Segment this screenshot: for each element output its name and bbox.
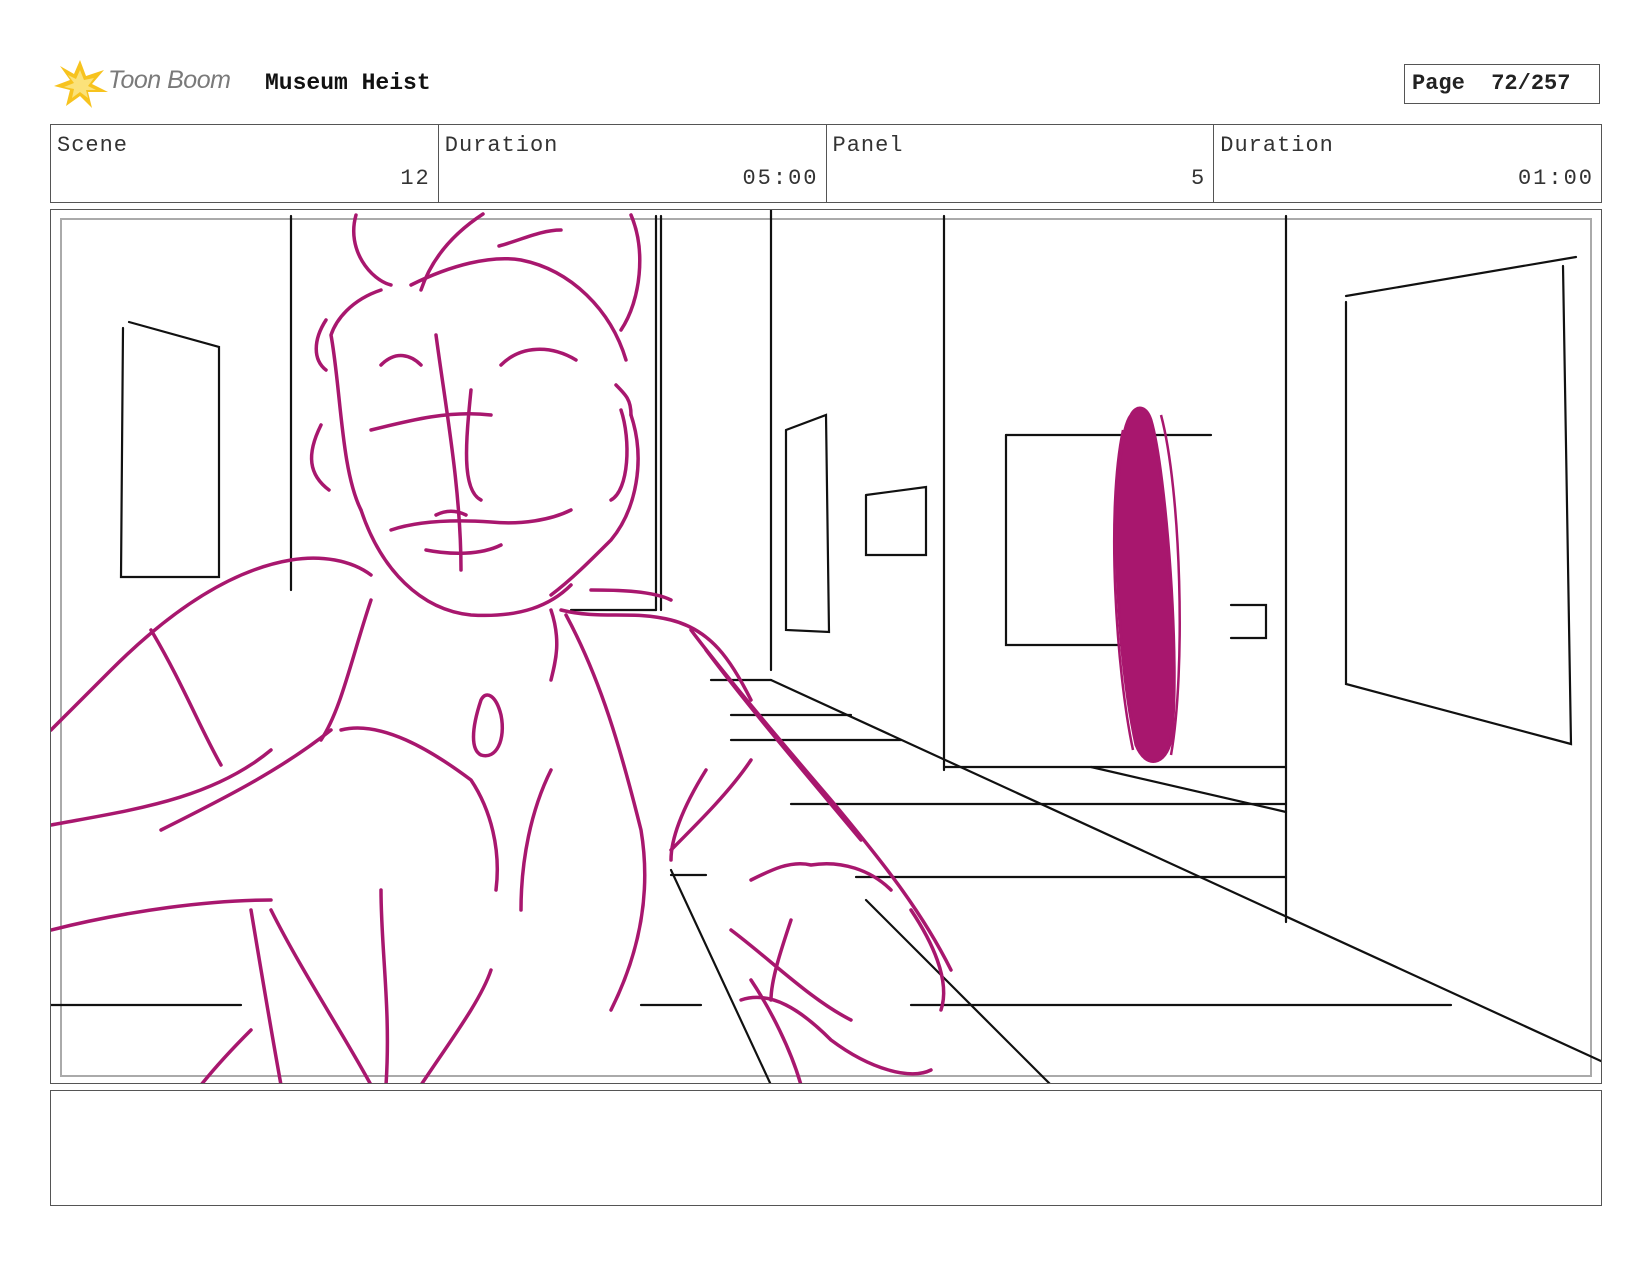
page-number: 72/257 <box>1491 71 1571 96</box>
project-title: Museum Heist <box>265 70 431 96</box>
panel-label: Panel <box>832 133 904 158</box>
scene-duration-value: 05:00 <box>742 166 819 191</box>
page-label: Page <box>1412 71 1465 96</box>
logo-text: Toon Boom <box>108 66 231 94</box>
panel-cell: Panel 5 <box>827 125 1215 202</box>
panel-duration-cell: Duration 01:00 <box>1214 125 1601 202</box>
panel-sketch <box>51 210 1601 1083</box>
scene-value: 12 <box>400 166 431 191</box>
page-indicator: Page 72/257 <box>1404 64 1600 104</box>
panel-info-row: Scene 12 Duration 05:00 Panel 5 Duration… <box>50 124 1602 203</box>
scene-duration-label: Duration <box>444 133 559 158</box>
panel-value: 5 <box>1191 166 1207 191</box>
toon-boom-starburst-icon <box>54 60 108 108</box>
storyboard-panel <box>50 209 1602 1084</box>
scene-label: Scene <box>57 133 129 158</box>
scene-cell: Scene 12 <box>51 125 439 202</box>
panel-duration-value: 01:00 <box>1517 166 1594 191</box>
notes-box[interactable] <box>50 1090 1602 1206</box>
scene-duration-cell: Duration 05:00 <box>439 125 827 202</box>
panel-duration-label: Duration <box>1220 133 1334 158</box>
